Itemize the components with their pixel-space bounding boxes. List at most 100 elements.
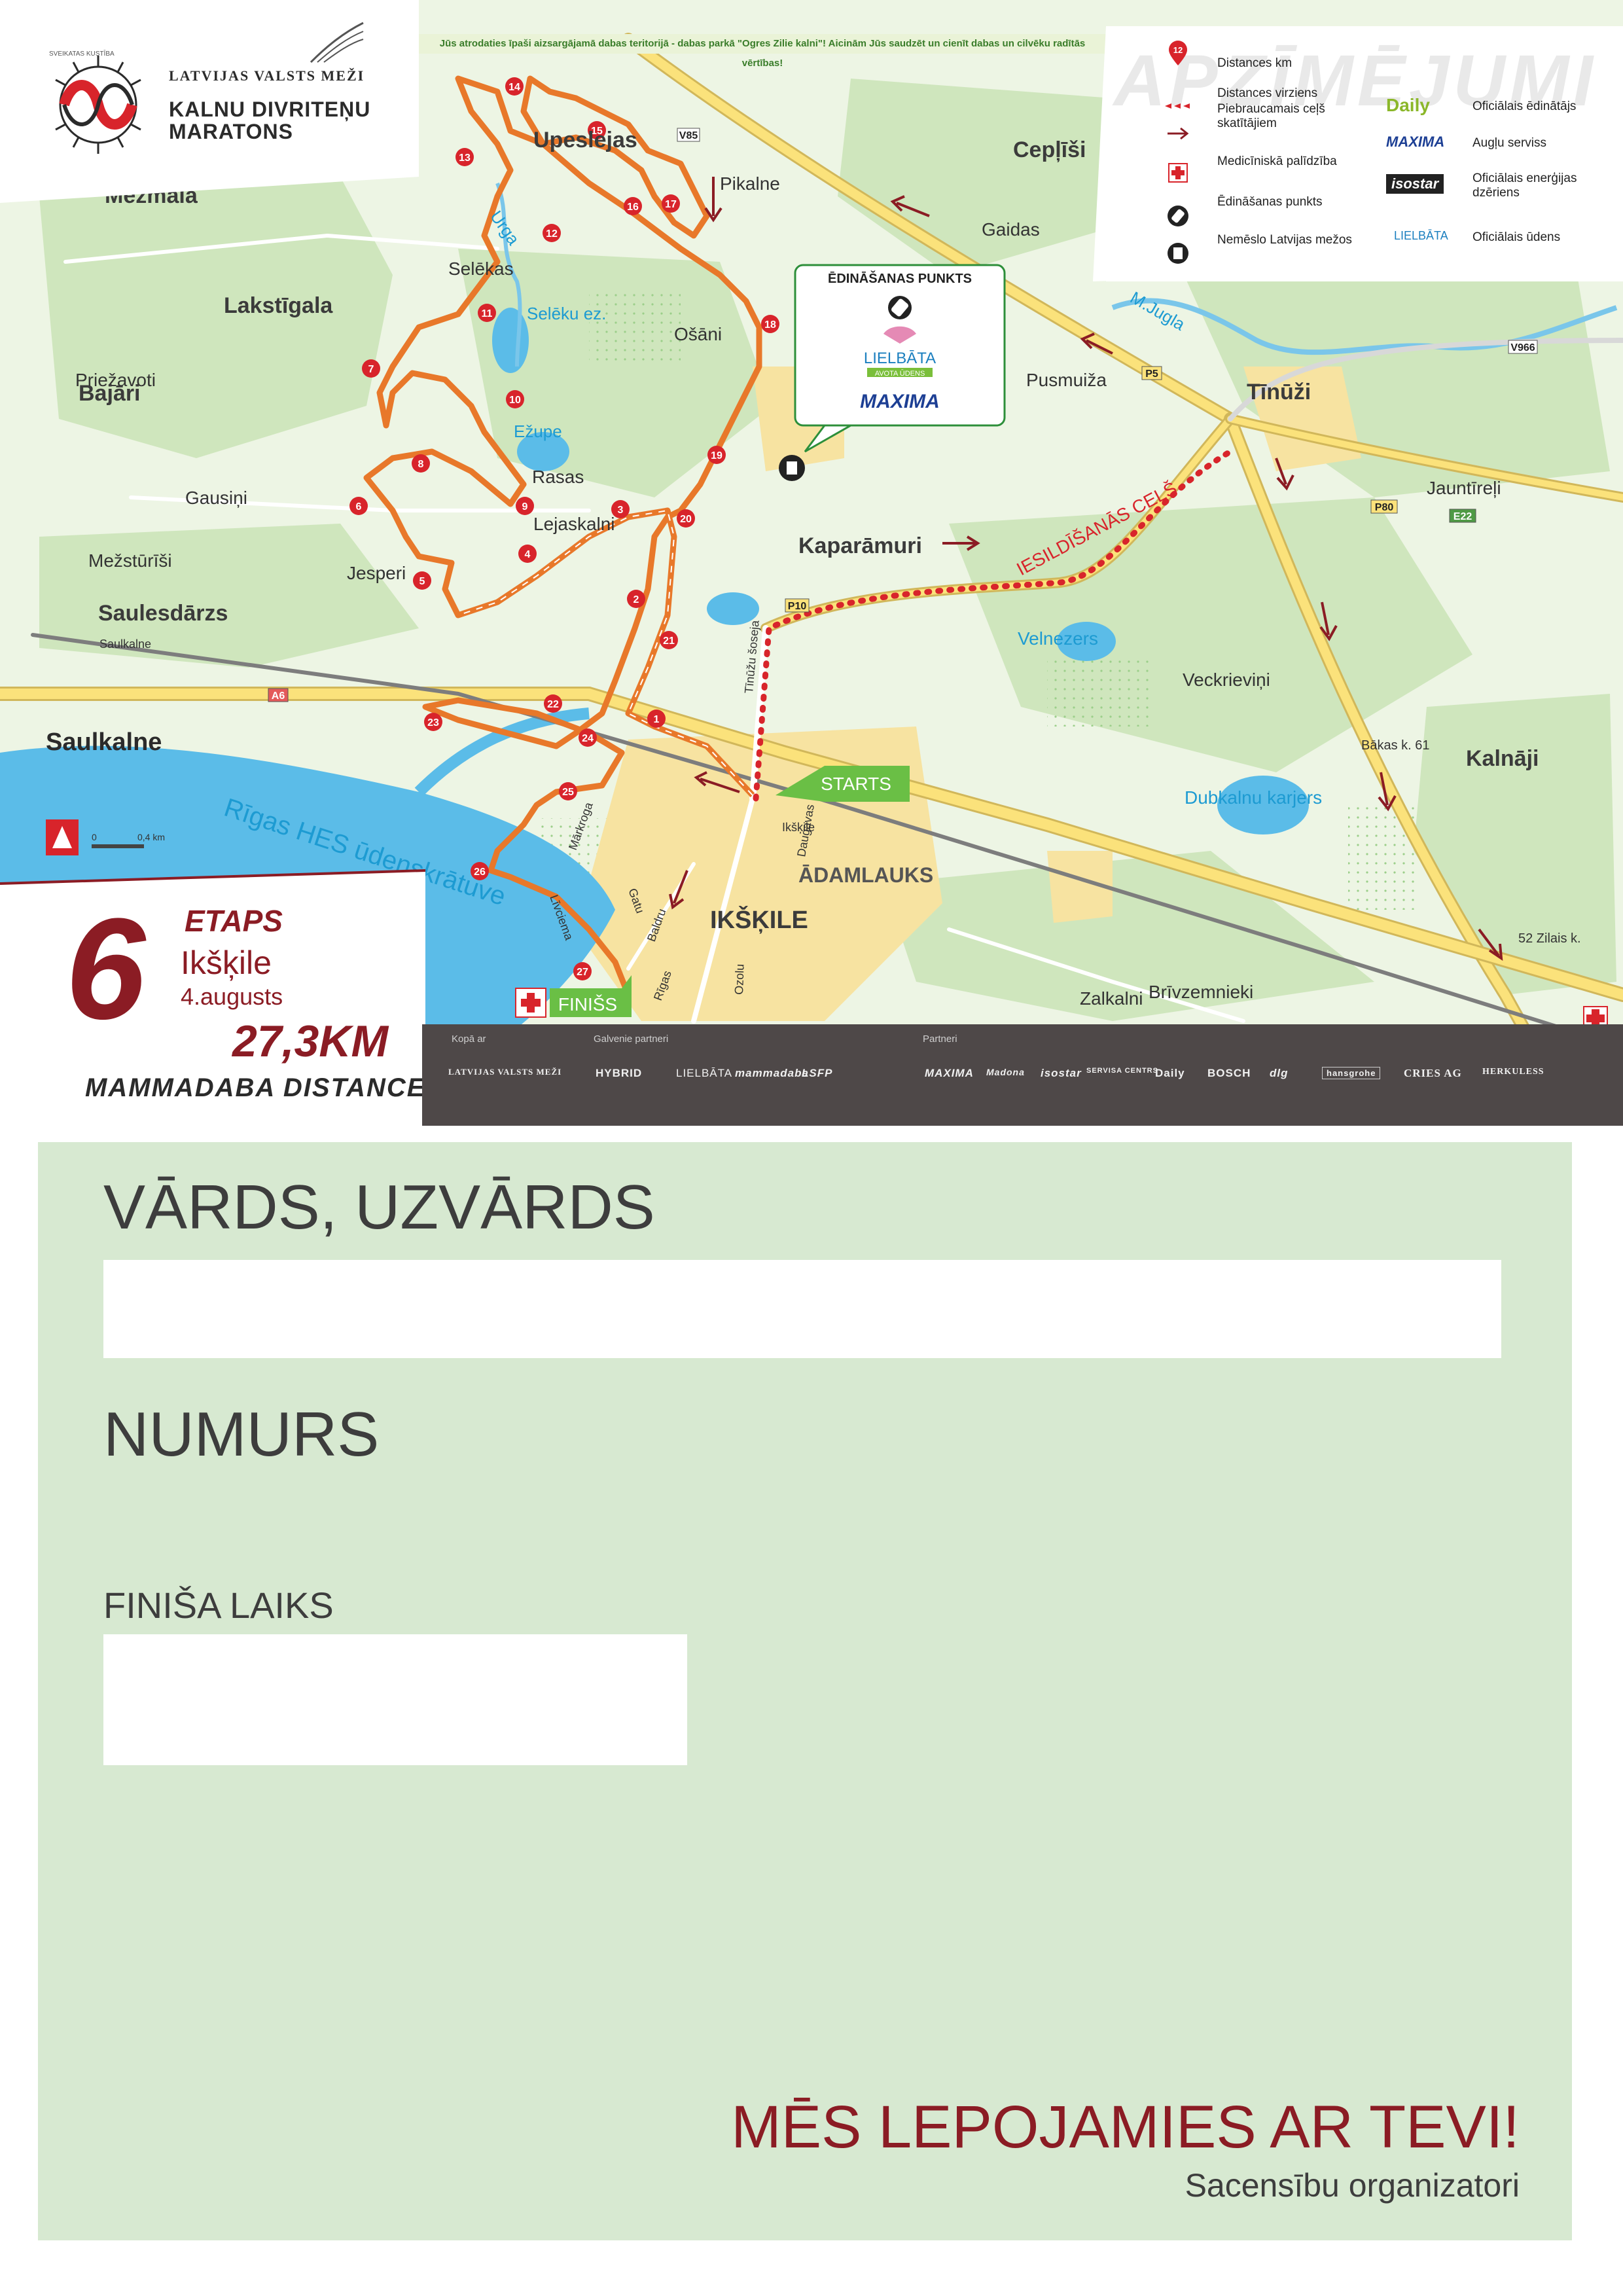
legend-access-road: Piebraucamais ceļš skatītājiem xyxy=(1217,102,1325,130)
sponsors-partners-label: Partneri xyxy=(923,1033,957,1045)
svg-text:9: 9 xyxy=(522,501,528,512)
svg-text:Pusmuiža: Pusmuiža xyxy=(1026,370,1107,390)
route-map[interactable]: 1 2 3 4 5 6 7 8 9 10 11 12 13 14 15 16 1… xyxy=(0,0,1623,1126)
svg-text:Tīnūži: Tīnūži xyxy=(1247,380,1311,404)
legend-direction: Distances virziens xyxy=(1217,86,1318,100)
maraton-title-line1: KALNU DIVRITEŅU xyxy=(169,98,371,121)
km-marker-16: 16 xyxy=(624,197,642,215)
svg-text:ĀDAMLAUKS: ĀDAMLAUKS xyxy=(798,863,933,887)
svg-text:25: 25 xyxy=(562,787,574,798)
svg-text:Saulkalne: Saulkalne xyxy=(99,637,151,651)
proud-message: MĒS LEPOJAMIES AR TEVI! xyxy=(731,2094,1520,2161)
svg-text:P10: P10 xyxy=(788,601,807,612)
distance-marker-icon: 12 xyxy=(1169,41,1187,65)
bosch-logo: BOSCH xyxy=(1207,1067,1251,1079)
svg-text:Kaparāmuri: Kaparāmuri xyxy=(798,533,922,558)
svg-text:24: 24 xyxy=(582,733,594,744)
dlg-logo: dlg xyxy=(1270,1067,1289,1079)
svg-text:6: 6 xyxy=(356,501,362,512)
km-marker-18: 18 xyxy=(761,315,779,333)
maxima-sponsor-logo: MAXIMA xyxy=(925,1067,974,1079)
stage-place: Ikšķile xyxy=(181,944,272,981)
svg-text:Selēku ez.: Selēku ez. xyxy=(527,304,606,323)
km-marker-11: 11 xyxy=(478,304,496,322)
svg-text:V966: V966 xyxy=(1510,342,1535,353)
lielbata-sponsor-logo: LIELBĀTA xyxy=(676,1067,733,1079)
svg-text:Bajāri: Bajāri xyxy=(79,381,141,406)
herkuless-logo: HERKULESS xyxy=(1482,1067,1544,1077)
arrow-right-icon xyxy=(1168,127,1189,140)
stage-number: 6 xyxy=(65,888,146,1049)
stage-date: 4.augusts xyxy=(181,983,283,1010)
legend-energy-drink: Oficiālais enerģijas dzēriens xyxy=(1472,171,1577,200)
stage-label: ETAPS xyxy=(185,904,283,938)
svg-text:Saulesdārzs: Saulesdārzs xyxy=(98,601,228,626)
svg-text:Kalnāji: Kalnāji xyxy=(1466,746,1539,771)
legend-distances-km: Distances km xyxy=(1217,56,1293,70)
svg-text:Ozolu: Ozolu xyxy=(732,963,747,995)
km-marker-6: 6 xyxy=(349,497,368,515)
svg-text:10: 10 xyxy=(509,395,521,406)
svg-text:13: 13 xyxy=(459,152,471,164)
km-marker-19: 19 xyxy=(707,446,726,464)
svg-text:AVOTA ŪDENS: AVOTA ŪDENS xyxy=(875,370,925,378)
isostar-logo: isostar xyxy=(1386,174,1444,194)
svg-text:21: 21 xyxy=(663,636,675,647)
svg-text:Ežupe: Ežupe xyxy=(514,422,562,441)
svg-text:Gaidas: Gaidas xyxy=(982,219,1040,240)
svg-text:MAXIMA: MAXIMA xyxy=(860,391,940,412)
maraton-title-line2: MARATONS xyxy=(169,120,293,143)
svg-text:Brīvzemnieki: Brīvzemnieki xyxy=(1149,982,1253,1002)
km-marker-12: 12 xyxy=(543,224,561,242)
hybrid-logo: HYBRID xyxy=(596,1067,643,1079)
km-marker-2: 2 xyxy=(627,590,645,608)
legend-panel: APZĪMĒJUMI 12 Distances km Distances vir… xyxy=(1106,26,1623,281)
svg-text:Lejaskalni: Lejaskalni xyxy=(533,514,615,534)
maraton-logo-icon: SVEIKATAS KUSTĪBA xyxy=(49,50,141,154)
svg-text:Selēkas: Selēkas xyxy=(448,259,514,279)
km-marker-22: 22 xyxy=(544,694,562,713)
direction-arrows-icon xyxy=(1165,103,1190,109)
svg-text:Dubkalnu karjers: Dubkalnu karjers xyxy=(1185,787,1322,808)
legend-icons: 12 xyxy=(1165,41,1190,264)
maxima-logo: MAXIMA xyxy=(1386,134,1445,150)
svg-text:8: 8 xyxy=(418,459,424,470)
servisa-centrs-logo: SERVISA CENTRS xyxy=(1086,1067,1158,1075)
legend-feeding: Ēdināšanas punkts xyxy=(1217,195,1323,209)
svg-text:A6: A6 xyxy=(272,691,285,702)
svg-text:2: 2 xyxy=(633,594,639,605)
svg-text:0: 0 xyxy=(92,832,97,842)
bottle-icon xyxy=(1168,206,1188,226)
svg-text:Mežstūrīši: Mežstūrīši xyxy=(88,550,172,571)
km-marker-27: 27 xyxy=(573,962,592,980)
svg-text:Jesperi: Jesperi xyxy=(347,563,406,583)
stage-distance: 27,3KM xyxy=(232,1016,389,1066)
svg-text:19: 19 xyxy=(711,450,722,461)
svg-text:0,4 km: 0,4 km xyxy=(137,832,165,842)
cries-ag-logo: CRIES AG xyxy=(1404,1067,1462,1079)
km-marker-10: 10 xyxy=(506,390,524,408)
name-field[interactable] xyxy=(103,1260,1501,1358)
svg-text:V85: V85 xyxy=(679,130,698,141)
km-marker-9: 9 xyxy=(516,497,534,515)
svg-text:Gausiņi: Gausiņi xyxy=(185,488,247,508)
sponsors-main-label: Galvenie partneri xyxy=(594,1033,669,1045)
lsfp-logo: LSFP xyxy=(802,1067,833,1079)
red-cross-icon xyxy=(1168,163,1188,183)
maraton-title: KALNU DIVRITEŅU MARATONS xyxy=(169,98,370,143)
svg-text:Saulkalne: Saulkalne xyxy=(46,728,162,756)
legend-medical: Medicīniskā palīdzība xyxy=(1217,154,1337,168)
km-marker-5: 5 xyxy=(413,571,431,590)
svg-text:16: 16 xyxy=(627,202,639,213)
finish-time-field[interactable] xyxy=(103,1634,687,1765)
svg-text:14: 14 xyxy=(508,82,520,93)
svg-text:FINIŠS: FINIŠS xyxy=(558,994,617,1014)
svg-text:1: 1 xyxy=(654,714,660,725)
svg-text:11: 11 xyxy=(482,308,493,319)
svg-text:Ošāni: Ošāni xyxy=(674,324,722,344)
svg-text:3: 3 xyxy=(618,505,624,516)
svg-text:Zalkalni: Zalkalni xyxy=(1080,988,1143,1009)
svg-text:18: 18 xyxy=(764,319,776,331)
km-marker-21: 21 xyxy=(660,631,678,649)
km-marker-17: 17 xyxy=(662,194,680,213)
